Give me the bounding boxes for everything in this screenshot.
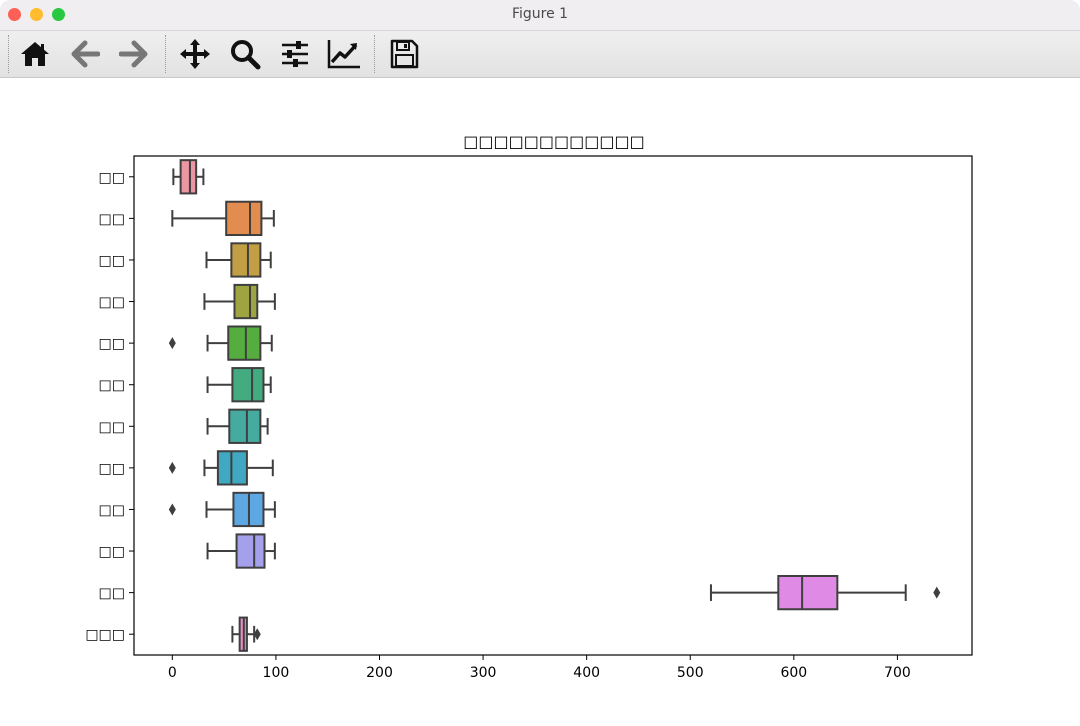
edit-axis-curve-icon <box>327 40 360 69</box>
title-bar: Figure 1 <box>0 0 1080 31</box>
figure-canvas: □□□□□□□□□□□□ □□ □□ □□ □□ □□ □□ □□ □□ □□ □□ □□ □□□ 0… <box>0 78 1080 726</box>
box <box>228 408 262 444</box>
box-series-8 <box>168 491 276 528</box>
toolbar-separator <box>165 35 166 73</box>
x-tick-label: 0 <box>168 665 177 681</box>
outlier-marker <box>168 461 176 474</box>
box <box>235 533 266 569</box>
box <box>216 450 248 486</box>
y-tick-label: □□ <box>99 253 125 269</box>
back-button[interactable] <box>67 36 103 72</box>
y-tick-label: □□□ <box>85 627 125 643</box>
box-series-2 <box>205 242 272 278</box>
toolbar-separator <box>8 35 9 73</box>
box-series-4 <box>168 325 273 361</box>
box-series-5 <box>206 367 272 403</box>
box-series-3 <box>203 283 276 320</box>
zoom-button[interactable] <box>227 36 263 72</box>
y-tick-label: □□ <box>99 170 125 186</box>
home-icon <box>21 42 49 66</box>
box <box>777 574 839 611</box>
box-series-7 <box>168 450 274 486</box>
box-series-0 <box>172 159 205 195</box>
save-disk-icon <box>390 39 419 69</box>
navigation-toolbar <box>0 31 1080 78</box>
pan-move-icon <box>180 39 210 69</box>
y-tick-label: □□ <box>99 502 125 518</box>
box <box>233 283 259 320</box>
box <box>225 200 263 237</box>
box <box>230 242 262 278</box>
box-series-6 <box>206 408 269 444</box>
x-tick-label: 100 <box>263 665 290 681</box>
boxplot-chart[interactable]: □□□□□□□□□□□□ □□□□□□□□□□□□□□□□□□□□□□□□□ 0… <box>0 78 1080 726</box>
y-tick-label: □□ <box>99 336 125 352</box>
y-tick-label: □□ <box>99 295 125 311</box>
edit-axis-button[interactable] <box>326 36 362 72</box>
forward-arrow-icon <box>119 40 148 68</box>
forward-button[interactable] <box>116 36 152 72</box>
outlier-marker <box>933 586 941 599</box>
home-button[interactable] <box>17 36 53 72</box>
pan-button[interactable] <box>177 36 213 72</box>
box <box>231 367 265 403</box>
box-series-9 <box>206 533 276 569</box>
configure-subplots-button[interactable] <box>277 36 313 72</box>
save-button[interactable] <box>386 36 422 72</box>
x-tick-label: 600 <box>780 665 807 681</box>
chart-title: □□□□□□□□□□□□ <box>463 132 644 151</box>
y-tick-label: □□ <box>99 461 125 477</box>
x-tick-label: 500 <box>677 665 704 681</box>
window-title: Figure 1 <box>511 6 569 22</box>
y-tick-label: □□ <box>99 544 125 560</box>
toolbar-separator <box>374 35 375 73</box>
configure-subplots-icon <box>282 41 308 67</box>
y-tick-label: □□ <box>99 586 125 602</box>
box <box>227 325 262 361</box>
y-tick-label: □□ <box>99 419 125 435</box>
outlier-marker <box>168 503 176 516</box>
box-series-10 <box>709 574 941 611</box>
back-arrow-icon <box>71 40 100 68</box>
outlier-marker <box>168 337 176 350</box>
box-series-1 <box>171 200 275 237</box>
box <box>179 159 198 195</box>
zoom-magnifier-icon <box>231 40 261 70</box>
x-tick-label: 400 <box>573 665 600 681</box>
y-tick-label: □□ <box>99 211 125 227</box>
figure-window: Figure 1 □□□□□□□□□□□□ □□ □□ □□ □□ □□ □□ … <box>0 0 1080 726</box>
x-tick-label: 700 <box>884 665 911 681</box>
x-tick-label: 200 <box>366 665 393 681</box>
y-tick-label: □□ <box>99 378 125 394</box>
x-tick-label: 300 <box>470 665 497 681</box>
box-series-11 <box>231 616 261 652</box>
